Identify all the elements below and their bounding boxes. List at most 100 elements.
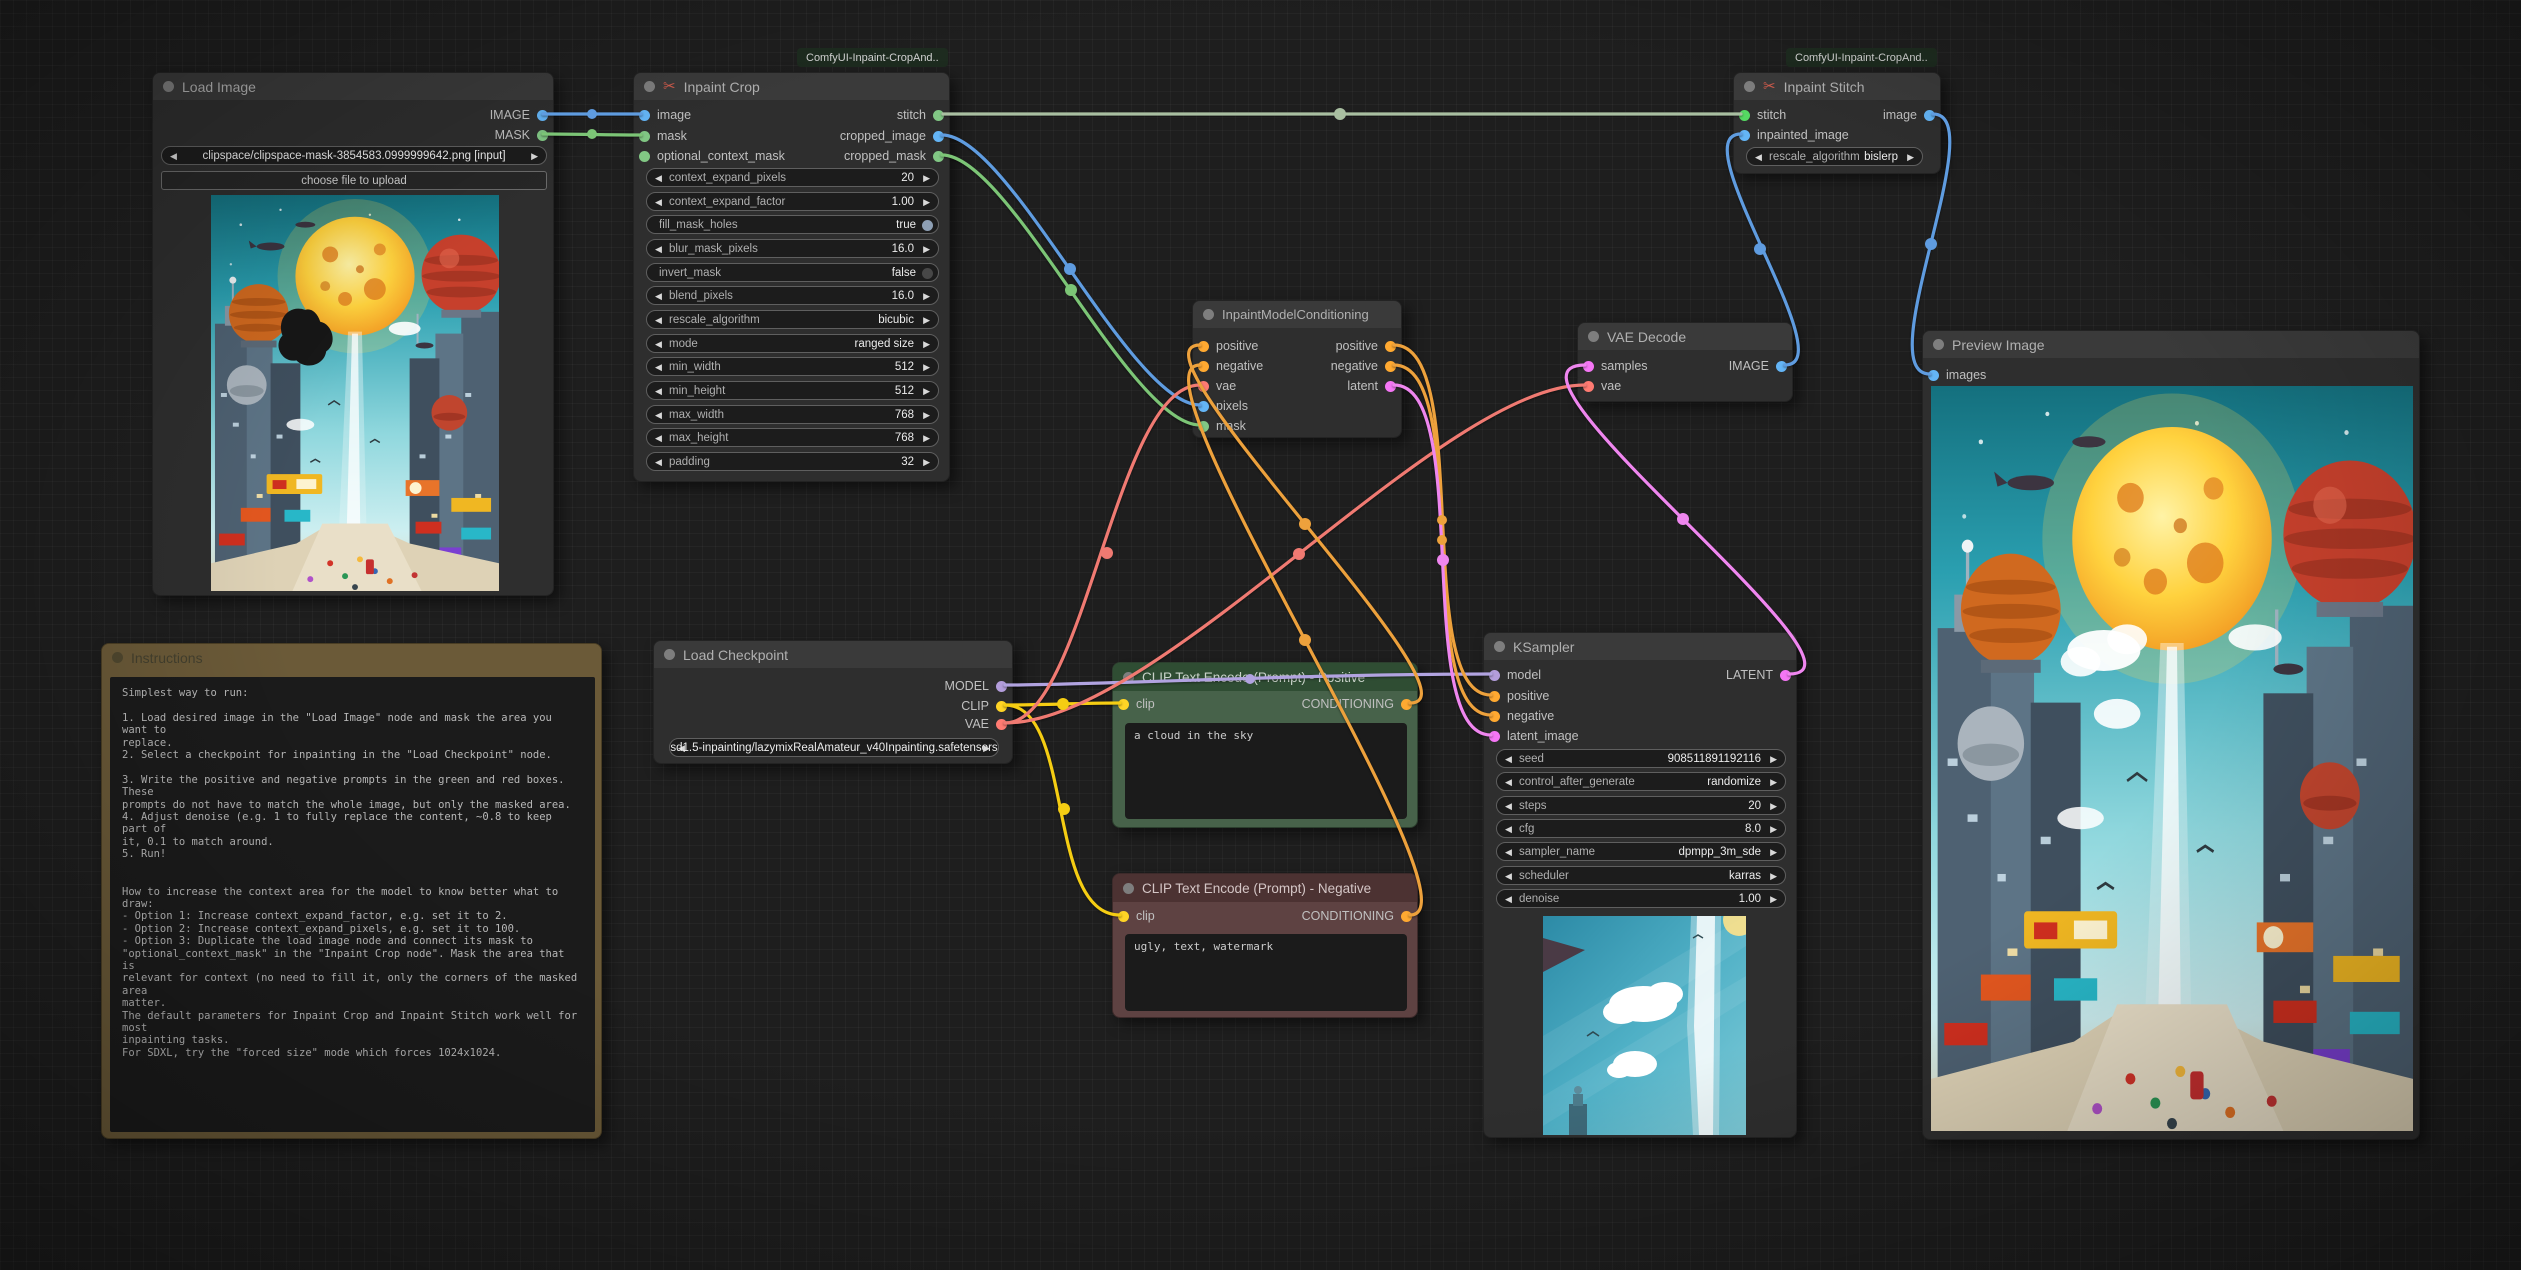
node-load-image[interactable]: Load Image IMAGE MASK clipspace/clipspac… [152, 72, 554, 596]
next-arrow-icon[interactable] [1770, 870, 1777, 883]
collapse-dot-icon[interactable] [1588, 331, 1599, 342]
widget-sampler-name[interactable]: sampler_namedpmpp_3m_sde [1496, 842, 1786, 861]
node-header[interactable]: Load Image [153, 73, 553, 100]
input-positive[interactable]: positive [1198, 336, 1258, 356]
input-samples[interactable]: samples [1583, 356, 1648, 376]
collapse-dot-icon[interactable] [163, 81, 174, 92]
widget-max-height[interactable]: max_height768 [646, 428, 939, 447]
decrement-arrow-icon[interactable] [1505, 753, 1512, 766]
collapse-dot-icon[interactable] [1744, 81, 1755, 92]
previous-arrow-icon[interactable] [170, 150, 177, 163]
mask-port-icon[interactable] [1198, 421, 1209, 432]
output-negative[interactable]: negative [1331, 356, 1396, 376]
widget-min-width[interactable]: min_width512 [646, 357, 939, 376]
increment-arrow-icon[interactable] [1770, 893, 1777, 906]
output-image[interactable]: image [1883, 105, 1935, 125]
toggle-on-icon[interactable] [922, 220, 933, 231]
decrement-arrow-icon[interactable] [655, 196, 662, 209]
input-latent-image[interactable]: latent_image [1489, 726, 1579, 746]
vae-port-icon[interactable] [1198, 381, 1209, 392]
previous-arrow-icon[interactable] [1505, 776, 1512, 789]
node-header[interactable]: ✂ Inpaint Crop [634, 73, 949, 100]
image-port-icon[interactable] [933, 131, 944, 142]
decrement-arrow-icon[interactable] [655, 290, 662, 303]
previous-arrow-icon[interactable] [1755, 151, 1762, 164]
increment-arrow-icon[interactable] [1770, 823, 1777, 836]
decrement-arrow-icon[interactable] [655, 172, 662, 185]
conditioning-port-icon[interactable] [1489, 691, 1500, 702]
collapse-dot-icon[interactable] [1203, 309, 1214, 320]
decrement-arrow-icon[interactable] [1505, 800, 1512, 813]
decrement-arrow-icon[interactable] [655, 432, 662, 445]
input-mask[interactable]: mask [639, 126, 687, 146]
collapse-dot-icon[interactable] [112, 652, 123, 663]
clip-port-icon[interactable] [1118, 699, 1129, 710]
image-port-icon[interactable] [1928, 370, 1939, 381]
next-arrow-icon[interactable] [983, 742, 990, 755]
input-vae[interactable]: vae [1583, 376, 1621, 396]
widget-steps[interactable]: steps20 [1496, 796, 1786, 815]
input-mask[interactable]: mask [1198, 416, 1246, 436]
latent-port-icon[interactable] [1780, 670, 1791, 681]
input-image[interactable]: image [639, 105, 691, 125]
decrement-arrow-icon[interactable] [1505, 823, 1512, 836]
node-inpaint-model-conditioning[interactable]: InpaintModelConditioning positive negati… [1192, 300, 1402, 438]
node-ksampler[interactable]: KSampler model positive negative latent_… [1483, 632, 1797, 1138]
previous-arrow-icon[interactable] [1505, 870, 1512, 883]
output-image[interactable]: IMAGE [490, 105, 548, 125]
decrement-arrow-icon[interactable] [655, 361, 662, 374]
widget-scheduler[interactable]: schedulerkarras [1496, 866, 1786, 885]
node-header[interactable]: KSampler [1484, 633, 1796, 660]
output-latent[interactable]: LATENT [1726, 665, 1791, 685]
increment-arrow-icon[interactable] [923, 456, 930, 469]
widget-rescale-algorithm[interactable]: rescale_algorithmbislerp [1746, 147, 1923, 166]
node-header[interactable]: InpaintModelConditioning [1193, 301, 1401, 328]
input-clip[interactable]: clip [1118, 694, 1155, 714]
widget-mode[interactable]: moderanged size [646, 334, 939, 353]
input-inpainted-image[interactable]: inpainted_image [1739, 125, 1849, 145]
widget-context-expand-pixels[interactable]: context_expand_pixels20 [646, 168, 939, 187]
widget-cfg[interactable]: cfg8.0 [1496, 819, 1786, 838]
previous-arrow-icon[interactable] [655, 338, 662, 351]
conditioning-port-icon[interactable] [1198, 361, 1209, 372]
node-header[interactable]: VAE Decode [1578, 323, 1792, 350]
next-arrow-icon[interactable] [923, 338, 930, 351]
next-arrow-icon[interactable] [531, 150, 538, 163]
node-header[interactable]: Load Checkpoint [654, 641, 1012, 668]
image-port-icon[interactable] [1776, 361, 1787, 372]
node-clip-text-encode-positive[interactable]: CLIP Text Encode (Prompt) - Positive cli… [1112, 662, 1418, 828]
input-model[interactable]: model [1489, 665, 1541, 685]
increment-arrow-icon[interactable] [923, 172, 930, 185]
conditioning-port-icon[interactable] [1385, 341, 1396, 352]
output-latent[interactable]: latent [1347, 376, 1396, 396]
output-clip[interactable]: CLIP [961, 696, 1007, 716]
node-instructions-note[interactable]: Instructions Simplest way to run: 1. Loa… [101, 643, 602, 1139]
next-arrow-icon[interactable] [1770, 846, 1777, 859]
increment-arrow-icon[interactable] [923, 432, 930, 445]
next-arrow-icon[interactable] [923, 314, 930, 327]
mask-port-icon[interactable] [537, 130, 548, 141]
input-negative[interactable]: negative [1489, 706, 1554, 726]
decrement-arrow-icon[interactable] [655, 456, 662, 469]
input-images[interactable]: images [1928, 365, 1986, 385]
decrement-arrow-icon[interactable] [655, 385, 662, 398]
conditioning-port-icon[interactable] [1401, 911, 1412, 922]
node-vae-decode[interactable]: VAE Decode samples vae IMAGE [1577, 322, 1793, 402]
increment-arrow-icon[interactable] [923, 196, 930, 209]
vae-port-icon[interactable] [1583, 381, 1594, 392]
increment-arrow-icon[interactable] [923, 361, 930, 374]
decrement-arrow-icon[interactable] [655, 409, 662, 422]
output-vae[interactable]: VAE [965, 714, 1007, 734]
toggle-off-icon[interactable] [922, 268, 933, 279]
node-inpaint-stitch[interactable]: ✂ Inpaint Stitch stitch inpainted_image … [1733, 72, 1941, 174]
image-port-icon[interactable] [1739, 130, 1750, 141]
collapse-dot-icon[interactable] [1933, 339, 1944, 350]
increment-arrow-icon[interactable] [923, 385, 930, 398]
node-header[interactable]: Instructions [102, 644, 601, 671]
conditioning-port-icon[interactable] [1198, 341, 1209, 352]
mask-port-icon[interactable] [933, 151, 944, 162]
mask-port-icon[interactable] [639, 131, 650, 142]
image-port-icon[interactable] [1198, 401, 1209, 412]
input-negative[interactable]: negative [1198, 356, 1263, 376]
input-pixels[interactable]: pixels [1198, 396, 1248, 416]
